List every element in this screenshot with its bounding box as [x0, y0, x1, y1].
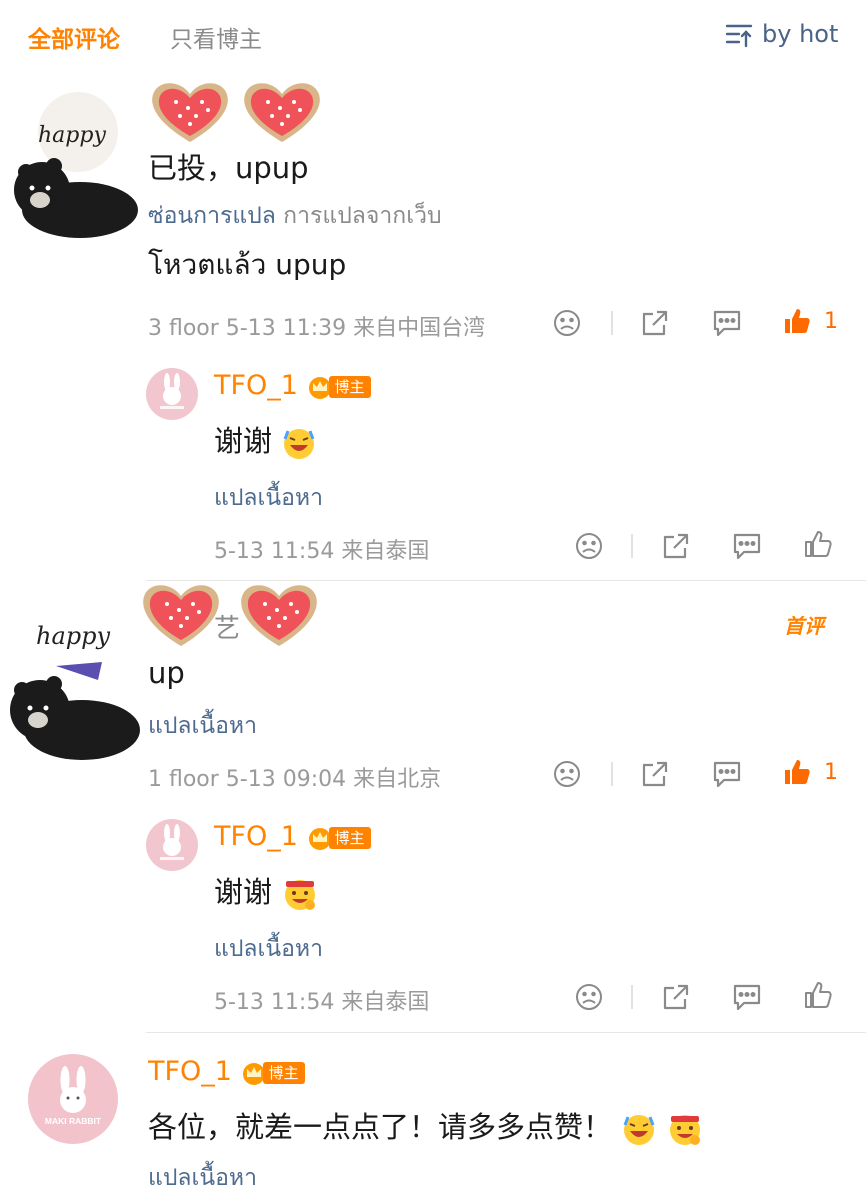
avatar[interactable]: happy	[10, 90, 140, 240]
share-icon[interactable]	[640, 759, 670, 789]
comment-icon[interactable]	[711, 308, 743, 338]
svg-text:happy: happy	[36, 622, 110, 650]
thumb-up-icon[interactable]	[803, 529, 833, 559]
share-icon[interactable]	[640, 308, 670, 338]
dislike-icon[interactable]	[552, 308, 582, 338]
author-badge-label: 博主	[262, 1061, 305, 1084]
reply-username-text[interactable]: TFO_1	[214, 370, 298, 401]
reply-text: 谢谢	[214, 869, 319, 913]
dislike-icon[interactable]	[574, 531, 604, 561]
share-icon[interactable]	[661, 531, 691, 561]
comment-text: up	[148, 656, 185, 690]
username-hidden-hearts[interactable]	[146, 78, 326, 150]
avatar-brand-text: MAKI RABBIT	[45, 1116, 102, 1126]
dislike-icon[interactable]	[574, 982, 604, 1012]
action-separator	[631, 534, 633, 558]
comment-icon[interactable]	[731, 531, 763, 561]
thumb-up-icon[interactable]	[782, 757, 812, 787]
thumb-up-icon[interactable]	[782, 306, 812, 336]
cheering-emoji-icon	[281, 875, 319, 913]
avatar[interactable]: happy	[6, 600, 142, 766]
tab-all-comments[interactable]: 全部评论	[28, 20, 120, 54]
comment-username-text[interactable]: TFO_1	[148, 1056, 232, 1087]
translation-source: การแปลจากเว็บ	[283, 203, 442, 229]
translated-text: โหวตแล้ว upup	[148, 248, 347, 281]
cheering-emoji-icon	[666, 1110, 704, 1148]
translation-toggle[interactable]: ซ่อนการแปล การแปลจากเว็บ	[148, 198, 442, 234]
author-badge-label: 博主	[328, 375, 371, 398]
reply-meta: 5-13 11:54 来自泰国	[214, 539, 430, 564]
comment-meta: 3 floor 5-13 11:39 来自中国台湾	[148, 316, 486, 341]
dislike-icon[interactable]	[552, 759, 582, 789]
tab-author-only[interactable]: 只看博主	[170, 20, 262, 54]
laughing-emoji-icon	[621, 1111, 657, 1147]
username-fragment: 艺	[214, 614, 241, 644]
reply-avatar[interactable]	[146, 819, 198, 871]
like-count: 1	[824, 760, 838, 785]
translate-link[interactable]: แปลเนื้อหา	[148, 708, 257, 744]
comment-username[interactable]: TFO_1 博主	[148, 1056, 305, 1087]
comment-text: 已投，upup	[148, 151, 309, 185]
translate-link[interactable]: แปลเนื้อหา	[148, 1160, 257, 1196]
sort-label: by hot	[762, 20, 839, 48]
author-badge: 博主	[307, 825, 371, 851]
thumb-up-icon[interactable]	[803, 980, 833, 1010]
reply-meta: 5-13 11:54 来自泰国	[214, 990, 430, 1015]
share-icon[interactable]	[661, 982, 691, 1012]
comment-meta: 1 floor 5-13 09:04 来自北京	[148, 767, 442, 792]
author-badge: 博主	[241, 1060, 305, 1086]
comment-icon[interactable]	[731, 982, 763, 1012]
sort-button[interactable]: by hot	[724, 20, 838, 48]
action-separator	[611, 762, 613, 786]
action-separator	[611, 311, 613, 335]
translate-link[interactable]: แปลเนื้อหา	[214, 931, 323, 967]
like-count: 1	[824, 309, 838, 334]
avatar[interactable]: MAKI RABBIT	[28, 1054, 118, 1144]
comment-text: 各位，就差一点点了！请多多点赞！	[148, 1104, 704, 1148]
laughing-emoji-icon	[281, 425, 317, 461]
svg-text:happy: happy	[38, 123, 106, 148]
author-badge: 博主	[307, 374, 371, 400]
translate-link[interactable]: แปลเนื้อหา	[214, 480, 323, 516]
reply-avatar[interactable]	[146, 368, 198, 420]
comment-divider	[146, 1032, 866, 1033]
author-badge-label: 博主	[328, 826, 371, 849]
reply-username[interactable]: TFO_1 博主	[214, 370, 371, 401]
reply-username[interactable]: TFO_1 博主	[214, 821, 371, 852]
first-comment-badge: 首评	[784, 614, 824, 638]
sort-icon	[724, 20, 754, 48]
reply-text-content: 谢谢	[214, 875, 273, 909]
comment-icon[interactable]	[711, 759, 743, 789]
reply-text-content: 谢谢	[214, 424, 273, 458]
reply-username-text[interactable]: TFO_1	[214, 821, 298, 852]
comment-text-content: 各位，就差一点点了！请多多点赞！	[148, 1110, 613, 1144]
reply-text: 谢谢	[214, 418, 317, 461]
hide-translation-link[interactable]: ซ่อนการแปล	[148, 203, 276, 229]
action-separator	[631, 985, 633, 1009]
